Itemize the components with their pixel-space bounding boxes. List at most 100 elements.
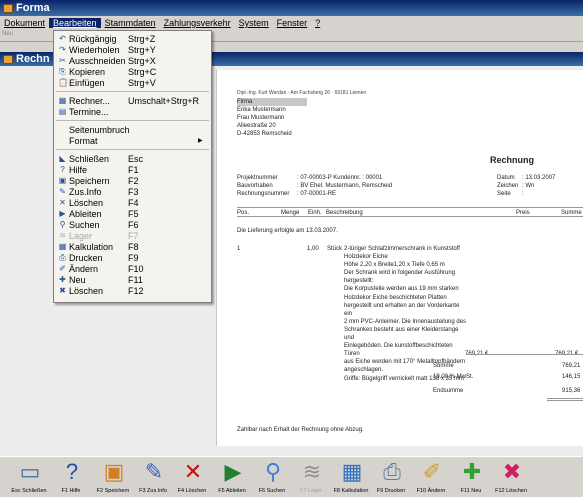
menu-item-termine[interactable]: ▤ Termine... bbox=[54, 106, 211, 117]
window-title: Forma bbox=[16, 2, 50, 14]
close-toolbar-button[interactable]: ▭ Esc Schließen bbox=[9, 459, 49, 497]
menu-item-schließen[interactable]: ◣ Schließen Esc bbox=[54, 153, 211, 164]
menu-item-ausschneiden[interactable]: ✂ Ausschneiden Strg+X bbox=[54, 55, 211, 66]
meta-value: : 07-00001-RE bbox=[297, 191, 337, 198]
menu-separator bbox=[56, 91, 209, 92]
menu-item-kalkulation[interactable]: ▦ Kalkulation F8 bbox=[54, 241, 211, 252]
menu-item-suchen[interactable]: ⚲ Suchen F6 bbox=[54, 219, 211, 230]
meta-key: Bauvorhaben bbox=[237, 183, 273, 190]
toolbar-button-caption: F10 Ändern bbox=[416, 488, 446, 494]
menu-system[interactable]: System bbox=[235, 18, 273, 28]
menu-item-label: Speichern bbox=[69, 175, 110, 186]
menu-item-ändern[interactable]: ✐ Ändern F10 bbox=[54, 263, 211, 274]
stock-icon: ≋ bbox=[59, 231, 66, 240]
menu-item-shortcut: F6 bbox=[128, 219, 139, 230]
menu-item-label: Kopieren bbox=[69, 66, 106, 77]
help-toolbar-button[interactable]: ? F1 Hilfe bbox=[51, 459, 91, 497]
menu-item-neu[interactable]: ✚ Neu F11 bbox=[54, 274, 211, 285]
menu-item-ableiten[interactable]: ▶ Ableiten F5 bbox=[54, 208, 211, 219]
invoice-meta-left: Projektnummer: 07-00003-P Kundennr. : 00… bbox=[237, 174, 392, 198]
col-qty: Menge bbox=[281, 210, 300, 216]
col-price: Preis bbox=[516, 210, 530, 216]
menu-item-drucken[interactable]: ⎙ Drucken F9 bbox=[54, 252, 211, 263]
menu-item-löschen[interactable]: ✕ Löschen F4 bbox=[54, 197, 211, 208]
meta-row: Datum: 13.03.2007 bbox=[497, 174, 555, 182]
menu-item-einfügen[interactable]: 📋 Einfügen Strg+V bbox=[54, 77, 211, 88]
menu-item-label: Drucken bbox=[69, 252, 103, 263]
menu-bearbeiten[interactable]: Bearbeiten bbox=[49, 18, 101, 28]
stock-icon: ≋ bbox=[302, 459, 322, 484]
edit-icon: ✐ bbox=[422, 459, 442, 484]
menu-item-shortcut: F5 bbox=[128, 208, 139, 219]
col-unit: Einh. bbox=[308, 210, 322, 216]
grand-total-label: Endsumme bbox=[433, 388, 464, 394]
document-window-title: Rechn bbox=[16, 53, 50, 65]
delete2-toolbar-button[interactable]: ✖ F12 Löschen bbox=[491, 459, 531, 497]
menu-item-kopieren[interactable]: ⎘ Kopieren Strg+C bbox=[54, 66, 211, 77]
menu-item-shortcut: Strg+Y bbox=[128, 44, 156, 55]
meta-row: Zeichen: Wn bbox=[497, 182, 555, 190]
grand-total-underline bbox=[547, 398, 583, 401]
save-toolbar-button[interactable]: ▣ F2 Speichern bbox=[93, 459, 133, 497]
recipient-address: Firma Erika Mustermann Frau Mustermann Alle… bbox=[237, 98, 307, 138]
item-qty: 1,00 bbox=[307, 246, 319, 252]
menu-item-label: Rechner... bbox=[69, 95, 111, 106]
print-icon: ⎙ bbox=[383, 459, 401, 484]
delete-toolbar-button[interactable]: ✕ F4 Löschen bbox=[172, 459, 212, 497]
search-toolbar-button[interactable]: ⚲ F6 Suchen bbox=[252, 459, 292, 497]
info-icon: ✎ bbox=[59, 187, 66, 196]
toolbar-new-label[interactable]: Neu bbox=[2, 31, 13, 37]
calc-toolbar-button[interactable]: ▦ F8 Kalkulation bbox=[331, 459, 371, 497]
menu-dokument[interactable]: Dokument bbox=[0, 18, 49, 28]
menu-item-lager: ≋ Lager F7 bbox=[54, 230, 211, 241]
sum-divider bbox=[467, 354, 583, 355]
toolbar-button-caption: F9 Drucken bbox=[376, 488, 406, 494]
toolbar-button-caption: F7 Lager bbox=[299, 488, 322, 494]
edit-toolbar-button[interactable]: ✐ F10 Ändern bbox=[411, 459, 451, 497]
undo-icon: ↶ bbox=[59, 34, 66, 43]
table-header: Pos. Menge Einh. Beschreibung Preis Summ… bbox=[237, 207, 583, 217]
meta-value: : 07-00003-P Kundennr. : 00001 bbox=[297, 175, 383, 181]
derive-toolbar-button[interactable]: ▶ F5 Ableiten bbox=[212, 459, 252, 497]
cut-icon: ✂ bbox=[59, 56, 66, 65]
stock-toolbar-button: ≋ F7 Lager bbox=[291, 459, 331, 497]
toolbar-button-caption: F11 Neu bbox=[460, 488, 482, 494]
menu-item-rückgängig[interactable]: ↶ Rückgängig Strg+Z bbox=[54, 33, 211, 44]
menu-item-löschen[interactable]: ✖ Löschen F12 bbox=[54, 285, 211, 296]
help-icon: ? bbox=[60, 165, 65, 174]
print-icon: ⎙ bbox=[59, 253, 66, 262]
menu-fenster[interactable]: Fenster bbox=[273, 18, 312, 28]
menu-item-speichern[interactable]: ▣ Speichern F2 bbox=[54, 175, 211, 186]
menu-item-label: Löschen bbox=[69, 285, 104, 296]
menu-help[interactable]: ? bbox=[311, 18, 324, 28]
menu-item-rechner[interactable]: ▦ Rechner... Umschalt+Strg+R bbox=[54, 95, 211, 106]
menu-item-label: Format bbox=[69, 135, 98, 146]
new-icon: ✚ bbox=[59, 275, 66, 284]
meta-key: Datum bbox=[497, 175, 515, 181]
print-toolbar-button[interactable]: ⎙ F9 Drucken bbox=[371, 459, 411, 497]
menu-item-label: Hilfe bbox=[69, 164, 88, 175]
app-icon bbox=[3, 3, 13, 13]
info-toolbar-button[interactable]: ✎ F3 Zus.Info bbox=[133, 459, 173, 497]
menu-item-shortcut: F7 bbox=[128, 230, 139, 241]
menu-item-shortcut: F10 bbox=[128, 263, 144, 274]
new-toolbar-button[interactable]: ✚ F11 Neu bbox=[451, 459, 491, 497]
search-icon: ⚲ bbox=[264, 459, 282, 484]
toolbar-button-caption: F6 Suchen bbox=[258, 488, 286, 494]
menu-item-zusinfo[interactable]: ✎ Zus.Info F3 bbox=[54, 186, 211, 197]
menu-item-seitenumbruch[interactable]: Seitenumbruch bbox=[54, 124, 211, 135]
menu-stammdaten[interactable]: Stammdaten bbox=[101, 18, 160, 28]
menu-item-label: Kalkulation bbox=[69, 241, 114, 252]
menu-item-format[interactable]: Format ▶ bbox=[54, 135, 211, 146]
menu-zahlungsverkehr[interactable]: Zahlungsverkehr bbox=[160, 18, 235, 28]
sum-label: Summe bbox=[433, 363, 454, 369]
delete-icon: ✕ bbox=[183, 459, 203, 484]
meta-value: : BV Ehel. Mustermann, Remscheid bbox=[297, 183, 393, 190]
menu-item-label: Seitenumbruch bbox=[69, 124, 130, 135]
address-line: Erika Mustermann bbox=[237, 107, 286, 114]
delete-icon: ✖ bbox=[502, 459, 522, 484]
col-desc: Beschreibung bbox=[326, 210, 363, 216]
menu-item-wiederholen[interactable]: ↷ Wiederholen Strg+Y bbox=[54, 44, 211, 55]
menu-item-shortcut: Strg+C bbox=[128, 66, 157, 77]
menu-item-hilfe[interactable]: ? Hilfe F1 bbox=[54, 164, 211, 175]
